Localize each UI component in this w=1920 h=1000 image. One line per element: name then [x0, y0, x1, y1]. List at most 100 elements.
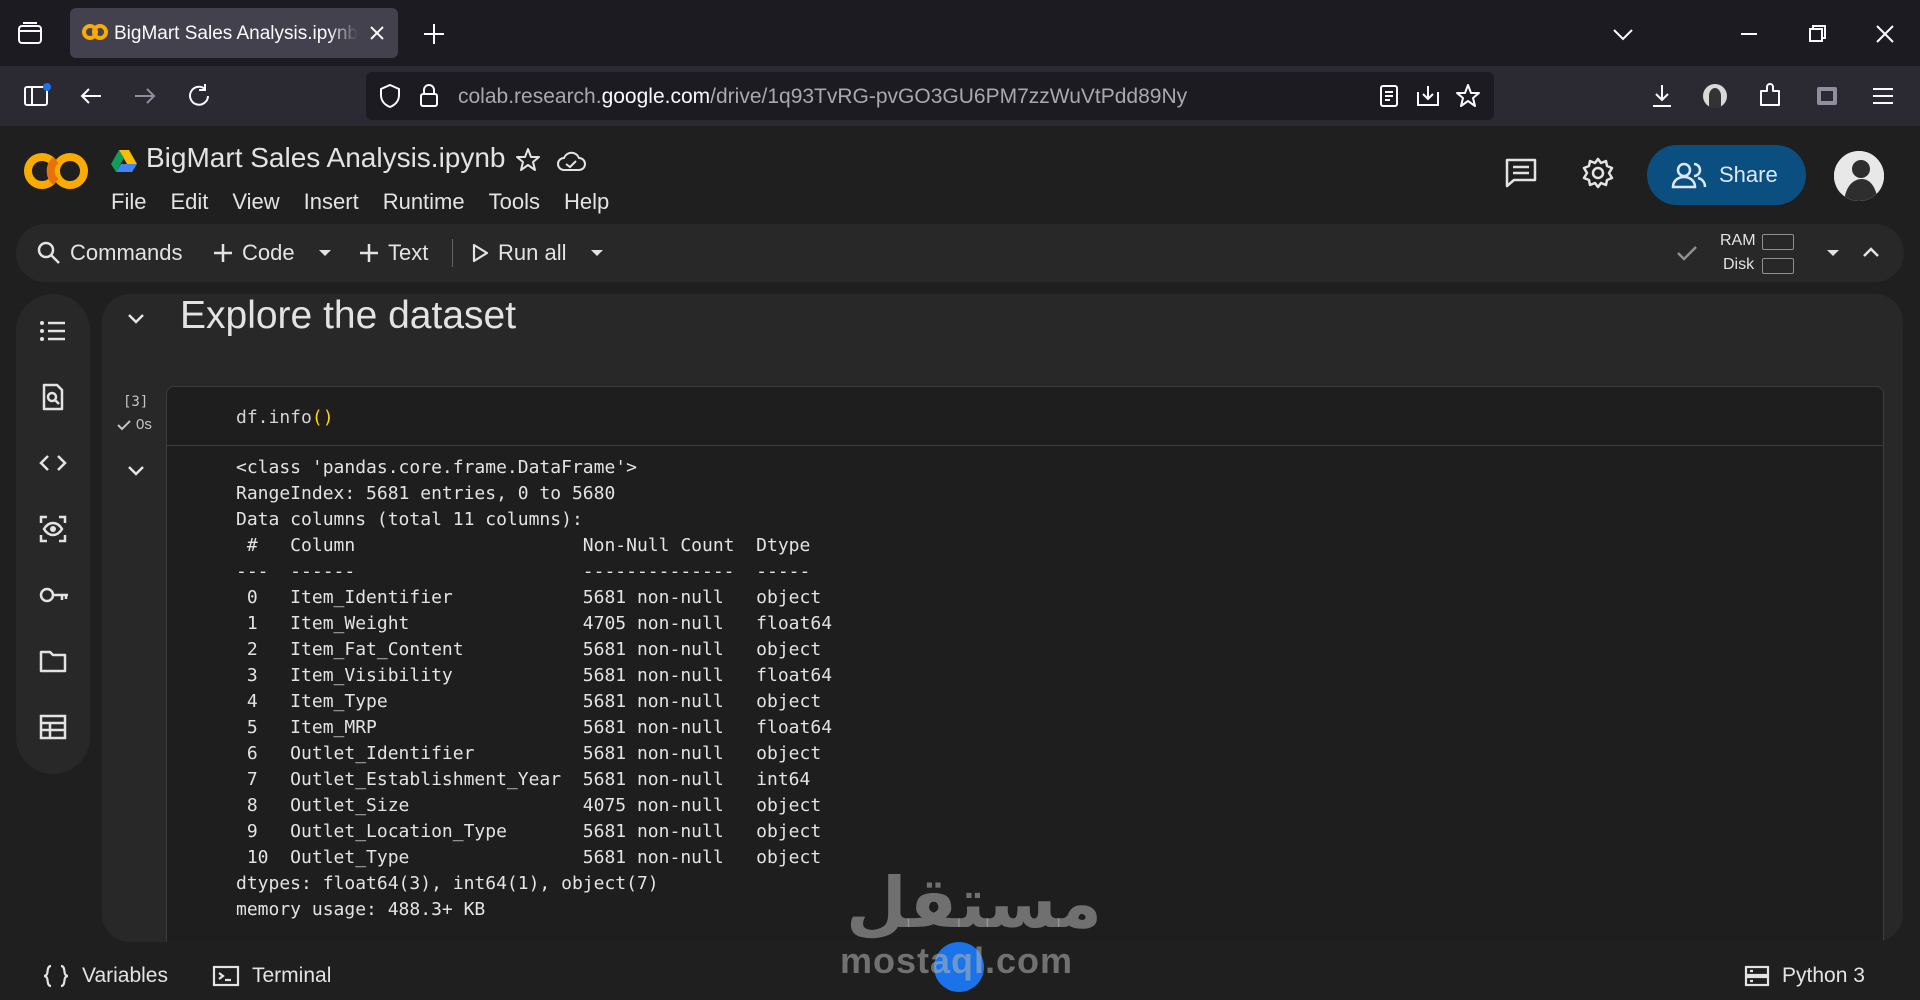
execution-time: 0s	[136, 416, 152, 433]
execution-count: [3]	[123, 394, 149, 410]
url-host: google.com	[601, 85, 711, 108]
menu-tools[interactable]: Tools	[489, 189, 540, 215]
minimize-icon[interactable]	[1734, 19, 1764, 49]
notebook-toolbar: Commands Code Text Run all RAM Disk	[16, 224, 1904, 282]
files-folder-icon[interactable]	[38, 646, 68, 676]
forward-arrow-icon[interactable]	[130, 81, 160, 111]
tab-list-icon[interactable]	[16, 20, 44, 48]
run-all-button[interactable]: Run all	[470, 235, 566, 271]
new-tab-icon[interactable]	[420, 20, 448, 48]
server-icon	[1744, 964, 1770, 988]
watermark-latin-text: mostaql.com	[840, 940, 1074, 981]
variables-label: Variables	[82, 964, 168, 987]
colab-header: BigMart Sales Analysis.ipynb File Edit V…	[0, 126, 1920, 224]
tab-title: BigMart Sales Analysis.ipynb - Colab	[114, 23, 358, 44]
extensions-icon[interactable]	[1755, 81, 1785, 111]
collapse-output-icon[interactable]	[124, 458, 148, 482]
run-all-label: Run all	[498, 240, 567, 265]
star-icon[interactable]	[514, 146, 542, 174]
browser-tab-bar: BigMart Sales Analysis.ipynb - Colab	[0, 0, 1920, 66]
terminal-button[interactable]: Terminal	[212, 964, 331, 988]
plus-icon	[358, 242, 380, 264]
commands-label: Commands	[70, 240, 183, 265]
add-text-cell-button[interactable]: Text	[358, 235, 428, 271]
code-snippets-icon[interactable]	[38, 448, 68, 478]
menu-bar: File Edit View Insert Runtime Tools Help	[111, 189, 609, 215]
commands-button[interactable]: Commands	[36, 235, 182, 271]
restore-icon[interactable]	[1802, 19, 1832, 49]
menu-view[interactable]: View	[232, 189, 279, 215]
kernel-label: Python 3	[1782, 964, 1865, 987]
collapse-section-icon[interactable]	[124, 306, 148, 330]
runtime-options-dropdown[interactable]	[1824, 235, 1842, 271]
account-avatar-icon[interactable]	[1700, 81, 1730, 111]
url-prefix: colab.research.	[458, 85, 602, 108]
share-label: Share	[1719, 162, 1778, 187]
table-of-contents-icon[interactable]	[38, 316, 68, 346]
menu-file[interactable]: File	[111, 189, 146, 215]
code-text: df.info	[236, 407, 312, 428]
shield-icon[interactable]	[376, 82, 404, 110]
save-page-icon[interactable]	[1414, 82, 1442, 110]
settings-gear-icon[interactable]	[1581, 156, 1615, 190]
find-replace-icon[interactable]	[38, 382, 68, 412]
text-label: Text	[388, 240, 429, 265]
plus-icon	[212, 242, 234, 264]
caret-down-icon	[588, 244, 606, 262]
menu-runtime[interactable]: Runtime	[383, 189, 465, 215]
comment-icon[interactable]	[1504, 156, 1538, 190]
lock-icon[interactable]	[416, 82, 442, 110]
url-bar[interactable]: colab.research.google.com/drive/1q93TvRG…	[366, 72, 1494, 120]
downloads-icon[interactable]	[1647, 81, 1677, 111]
section-heading[interactable]: Explore the dataset	[180, 294, 516, 338]
colab-favicon-icon	[82, 22, 108, 42]
watermark-arabic-text: مستقل	[846, 862, 1103, 944]
code-options-dropdown[interactable]	[316, 235, 334, 271]
share-button[interactable]: Share	[1647, 145, 1806, 205]
reader-view-icon[interactable]	[1376, 82, 1402, 110]
data-table-icon[interactable]	[38, 712, 68, 742]
menu-help[interactable]: Help	[564, 189, 609, 215]
menu-insert[interactable]: Insert	[304, 189, 359, 215]
run-options-dropdown[interactable]	[588, 235, 606, 271]
kernel-status-button[interactable]: Python 3	[1744, 964, 1865, 988]
add-code-cell-button[interactable]: Code	[212, 235, 295, 271]
back-arrow-icon[interactable]	[76, 81, 106, 111]
close-tab-icon[interactable]	[366, 22, 388, 44]
browser-nav-bar: colab.research.google.com/drive/1q93TvRG…	[0, 66, 1920, 126]
side-rail	[16, 294, 90, 774]
colab-logo[interactable]	[24, 148, 88, 194]
disk-usage-bar	[1762, 258, 1794, 274]
extension-app-icon[interactable]	[1812, 81, 1842, 111]
disk-label: Disk	[1723, 256, 1755, 273]
braces-icon	[42, 964, 70, 988]
variable-inspector-icon[interactable]	[38, 514, 68, 544]
menu-edit[interactable]: Edit	[170, 189, 208, 215]
close-window-icon[interactable]	[1870, 19, 1900, 49]
connected-check-icon[interactable]	[1674, 235, 1700, 271]
notebook-title[interactable]: BigMart Sales Analysis.ipynb	[146, 142, 506, 174]
collapse-header-icon[interactable]	[1860, 235, 1882, 271]
cloud-saved-icon[interactable]	[556, 148, 586, 174]
drive-icon[interactable]	[110, 148, 138, 174]
avatar[interactable]	[1834, 151, 1884, 201]
url-path: /drive/1q93TvRG-pvGO3GU6PM7zzWuVtPdd89Ny	[710, 85, 1188, 108]
code-cell[interactable]: df.info() <class 'pandas.core.frame.Data…	[166, 386, 1884, 942]
execution-status: 0s	[116, 416, 152, 433]
hamburger-menu-icon[interactable]	[1868, 81, 1898, 111]
browser-tab-active[interactable]: BigMart Sales Analysis.ipynb - Colab	[70, 8, 398, 58]
cell-output: <class 'pandas.core.frame.DataFrame'> Ra…	[236, 457, 833, 920]
reload-icon[interactable]	[184, 81, 214, 111]
chevron-down-icon[interactable]	[1608, 19, 1638, 49]
bookmark-star-icon[interactable]	[1454, 82, 1482, 110]
variables-button[interactable]: Variables	[42, 964, 168, 988]
sidebar-toggle-icon[interactable]	[22, 81, 52, 111]
url-text[interactable]: colab.research.google.com/drive/1q93TvRG…	[458, 85, 1187, 109]
cell-output-divider	[167, 445, 1883, 446]
code-label: Code	[242, 240, 295, 265]
terminal-icon	[212, 964, 240, 988]
ram-usage-bar	[1762, 234, 1794, 250]
mostaql-watermark: مستقل mostaql.com	[840, 862, 1102, 1000]
secrets-key-icon[interactable]	[38, 580, 68, 610]
code-editor[interactable]: df.info()	[236, 407, 334, 428]
